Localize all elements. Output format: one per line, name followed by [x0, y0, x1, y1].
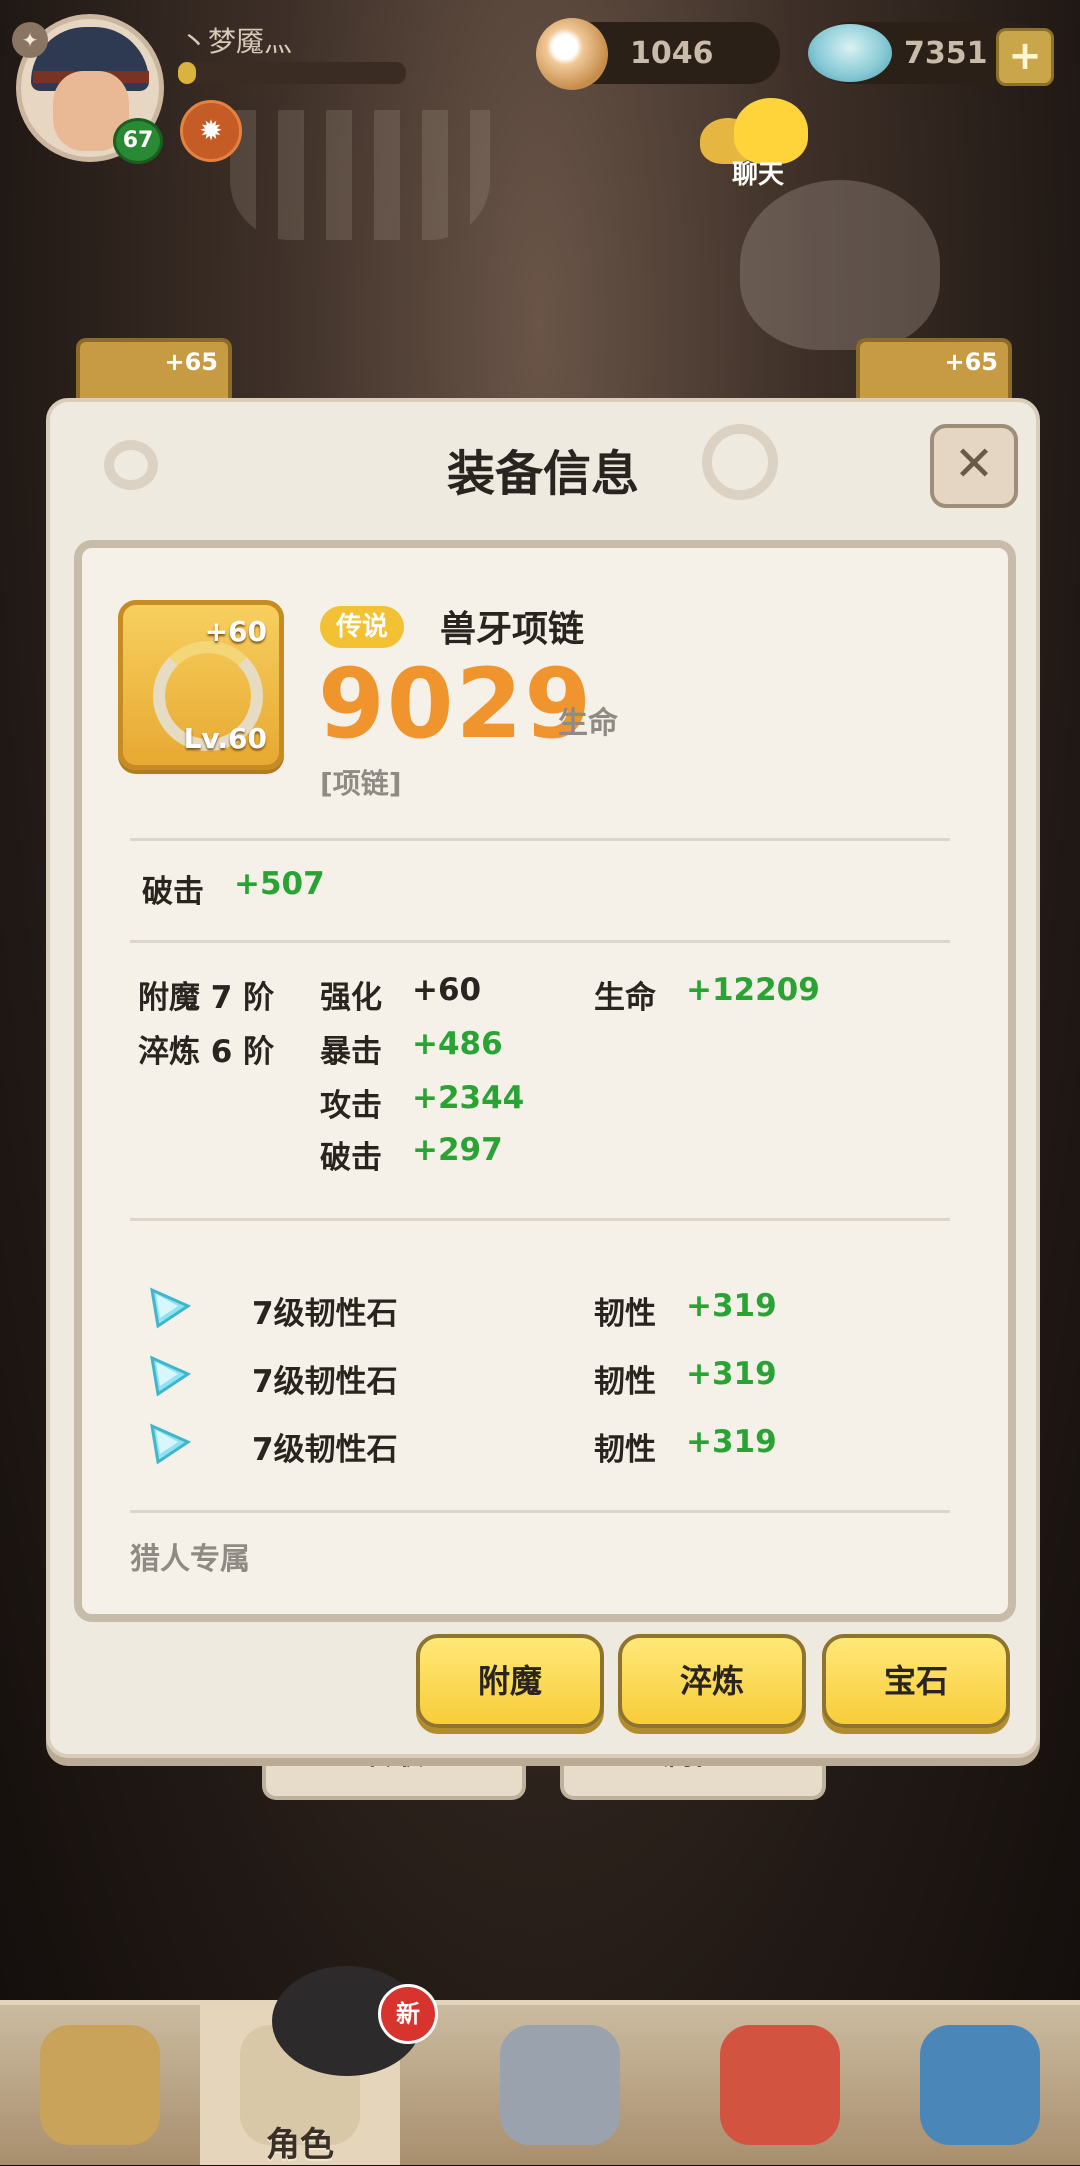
hp-stat-label: 生命	[594, 980, 656, 1016]
chat-button[interactable]: 聊天	[696, 96, 816, 190]
sword-shield-icon	[500, 2025, 620, 2145]
toughness-gem-icon	[150, 1287, 192, 1329]
gem-name: 7级韧性石	[252, 1296, 398, 1332]
attack-stat-label: 攻击	[320, 1088, 382, 1124]
bottom-nav: 角色	[0, 2000, 1080, 2165]
slot-right-enhance: +65	[944, 348, 998, 376]
equipment-info-modal: 装备信息 ✕ +60 Lv.60 传说 兽牙项链 9029 生命 [项链] 破击…	[46, 398, 1040, 1758]
divider	[130, 1218, 950, 1221]
exp-bar	[178, 62, 406, 84]
nav-tab-character-label: 角色	[266, 2125, 334, 2165]
base-stat-value: +507	[234, 866, 325, 902]
buff-icon[interactable]: ✹	[180, 100, 242, 162]
hp-stat-value: +12209	[686, 972, 820, 1008]
caveman-icon	[40, 2025, 160, 2145]
base-stat-label: 破击	[142, 874, 204, 910]
enhance-stat-value: +60	[412, 972, 482, 1008]
nav-tab-portal[interactable]	[880, 2005, 1080, 2165]
divider	[130, 940, 950, 943]
chat-label: 聊天	[731, 160, 784, 190]
gem-stat-value: +319	[686, 1356, 777, 1392]
gem-amount: 7351	[904, 36, 988, 71]
top-bar: ✦ 67 丶梦魇灬 ✹ 1046 7351 + 聊天	[0, 0, 1080, 190]
gem-stat-value: +319	[686, 1424, 777, 1460]
pierce-stat-label: 破击	[320, 1140, 382, 1176]
enchant-tier: 附魔 7 阶	[138, 980, 275, 1016]
divider	[130, 1510, 950, 1513]
title-badge-icon: ✦	[12, 22, 48, 58]
item-power-stat: 生命	[558, 706, 618, 741]
toughness-gem-icon	[150, 1423, 192, 1465]
close-icon: ✕	[953, 436, 995, 492]
background-skull	[740, 180, 940, 350]
gem-stat-label: 韧性	[594, 1364, 656, 1400]
item-level: Lv.60	[183, 722, 267, 755]
pearl-amount: 1046	[630, 36, 714, 71]
add-gems-button[interactable]: +	[996, 28, 1054, 86]
item-icon: +60 Lv.60	[118, 600, 284, 770]
class-exclusive-note: 猎人专属	[130, 1542, 250, 1577]
gem-button[interactable]: 宝石	[822, 1634, 1010, 1728]
gem-name: 7级韧性石	[252, 1432, 398, 1468]
item-enhance-level: +60	[204, 615, 267, 648]
gem-stat-value: +319	[686, 1288, 777, 1324]
divider	[130, 838, 950, 841]
refine-button[interactable]: 淬炼	[618, 1634, 806, 1728]
item-type: [项链]	[320, 767, 402, 800]
rarity-badge: 传说	[320, 606, 405, 648]
pierce-stat-value: +297	[412, 1132, 503, 1168]
item-name: 兽牙项链	[440, 609, 585, 650]
crit-stat-label: 暴击	[320, 1034, 382, 1070]
slot-left-enhance: +65	[164, 348, 218, 376]
attack-stat-value: +2344	[412, 1080, 525, 1116]
item-info-panel: +60 Lv.60 传说 兽牙项链 9029 生命 [项链] 破击 +507 附…	[74, 540, 1016, 1622]
nav-tab-hero[interactable]	[0, 2005, 200, 2165]
crit-stat-value: +486	[412, 1026, 503, 1062]
toughness-gem-icon	[150, 1355, 192, 1397]
modal-title: 装备信息	[446, 446, 639, 502]
gem-currency-icon	[808, 24, 892, 82]
nav-tab-pet[interactable]	[680, 2005, 880, 2165]
gem-stat-label: 韧性	[594, 1296, 656, 1332]
new-badge: 新	[378, 1984, 438, 2044]
pearl-icon	[536, 18, 608, 90]
item-power: 9029	[318, 648, 594, 760]
close-button[interactable]: ✕	[930, 424, 1018, 508]
refine-tier: 淬炼 6 阶	[138, 1034, 275, 1070]
player-level-badge: 67	[113, 118, 163, 164]
portal-icon	[920, 2025, 1040, 2145]
player-name: 丶梦魇灬	[180, 25, 293, 58]
exp-bar-fill	[178, 62, 197, 84]
pet-icon	[720, 2025, 840, 2145]
enchant-button[interactable]: 附魔	[416, 1634, 604, 1728]
enhance-stat-label: 强化	[320, 980, 382, 1016]
nav-tab-equipment[interactable]	[460, 2005, 660, 2165]
gem-name: 7级韧性石	[252, 1364, 398, 1400]
gem-stat-label: 韧性	[594, 1432, 656, 1468]
